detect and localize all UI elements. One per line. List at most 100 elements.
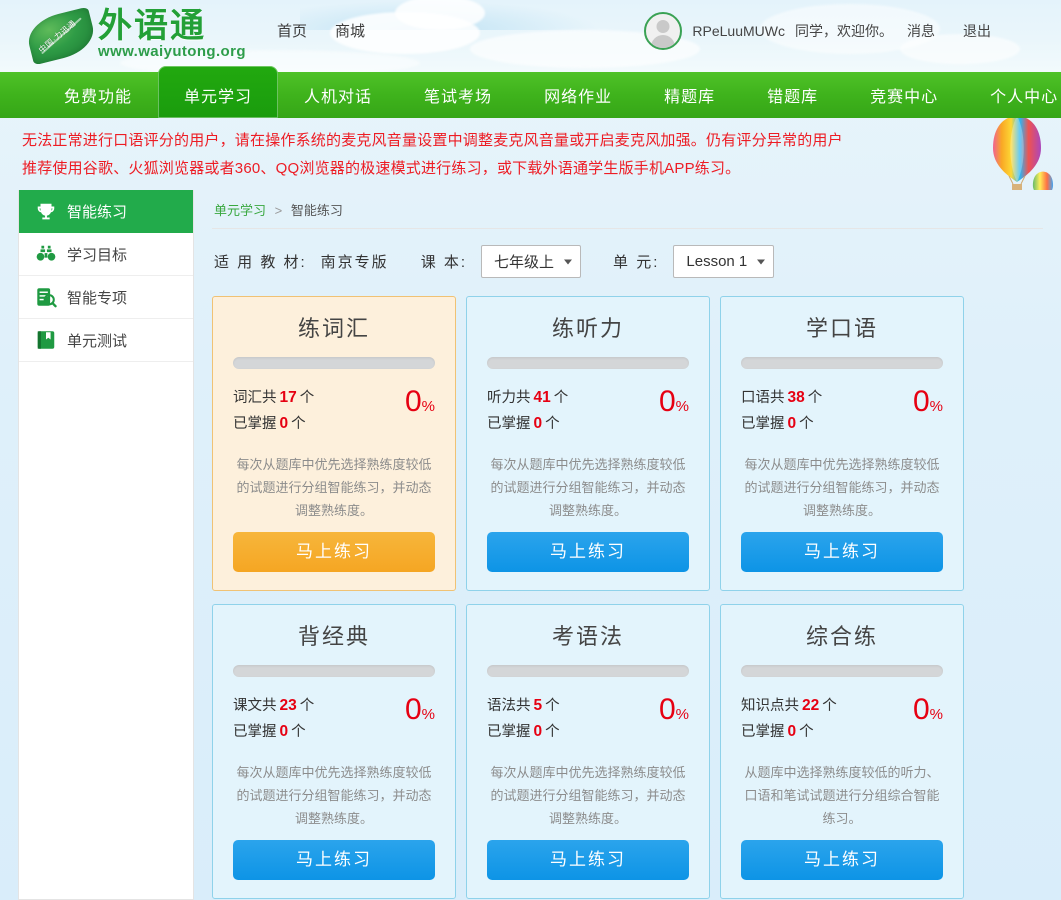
practice-now-button[interactable]: 马上练习 <box>487 840 689 880</box>
site-header: 中国·力迅通 外语通 www.waiyutong.org 首页 商城 RPeLu… <box>0 0 1061 72</box>
document-search-icon <box>35 286 57 308</box>
binoculars-icon <box>35 243 57 265</box>
card-stats: 听力共 41 个 已掌握 0 个 <box>487 385 568 437</box>
practice-now-button[interactable]: 马上练习 <box>487 532 689 572</box>
nav-item-written-exam[interactable]: 笔试考场 <box>398 72 518 118</box>
card-description: 每次从题库中优先选择熟练度较低的试题进行分组智能练习，并动态调整熟练度。 <box>236 457 432 518</box>
breadcrumb-root[interactable]: 单元学习 <box>214 203 266 218</box>
card-description: 从题库中选择熟练度较低的听力、口语和笔试试题进行分组综合智能练习。 <box>744 765 940 826</box>
trophy-icon <box>35 201 57 223</box>
sidebar-item-label: 智能专项 <box>67 289 128 307</box>
site-logo[interactable]: 中国·力迅通 外语通 www.waiyutong.org <box>23 6 246 66</box>
chevron-down-icon <box>757 259 766 264</box>
brand-name: 外语通 <box>98 6 206 46</box>
card-description: 每次从题库中优先选择熟练度较低的试题进行分组智能练习，并动态调整熟练度。 <box>490 765 686 826</box>
card-stats: 课文共 23 个 已掌握 0 个 <box>233 693 314 745</box>
card-title: 背经典 <box>297 624 370 649</box>
percent-display: 0% <box>913 385 943 417</box>
practice-now-button[interactable]: 马上练习 <box>233 532 435 572</box>
total-label: 课文共 <box>233 698 277 714</box>
total-unit: 个 <box>822 698 837 714</box>
leaf-logo-text: 中国·力迅通 <box>37 18 78 55</box>
total-label: 知识点共 <box>741 698 799 714</box>
total-label: 听力共 <box>487 390 531 406</box>
total-value: 38 <box>787 389 805 406</box>
percent-value: 0 <box>658 385 676 418</box>
unit-select[interactable]: Lesson 1 <box>673 245 775 278</box>
total-value: 41 <box>533 389 551 406</box>
percent-value: 0 <box>912 385 930 418</box>
progress-bar <box>233 357 435 369</box>
card-stats: 词汇共 17 个 已掌握 0 个 <box>233 385 314 437</box>
practice-card-comprehensive: 综合练 知识点共 22 个 已掌握 0 个 0% 从题库中选择熟练度较低的听力、… <box>720 604 964 899</box>
card-stats: 语法共 5 个 已掌握 0 个 <box>487 693 560 745</box>
nav-item-wrong-questions[interactable]: 错题库 <box>741 72 844 118</box>
nav-item-question-bank[interactable]: 精题库 <box>638 72 741 118</box>
sidebar-item-label: 学习目标 <box>67 246 128 264</box>
total-label: 词汇共 <box>233 390 277 406</box>
practice-now-button[interactable]: 马上练习 <box>741 532 943 572</box>
brand-url: www.waiyutong.org <box>98 43 246 60</box>
nav-item-dialogue[interactable]: 人机对话 <box>278 72 398 118</box>
card-title: 学口语 <box>805 316 878 341</box>
mastered-label: 已掌握 <box>233 416 277 432</box>
book-label: 课 本: <box>420 254 468 271</box>
mastered-value: 0 <box>787 723 797 740</box>
percent-symbol: % <box>929 706 943 723</box>
book-select[interactable]: 七年级上 <box>481 245 582 278</box>
top-link-shop[interactable]: 商城 <box>335 20 365 41</box>
sidebar-item-smart-practice[interactable]: 智能练习 <box>19 190 193 233</box>
mastered-value: 0 <box>533 723 543 740</box>
logout-link[interactable]: 退出 <box>963 21 991 41</box>
nav-item-online-homework[interactable]: 网络作业 <box>518 72 638 118</box>
total-label: 语法共 <box>487 698 531 714</box>
total-value: 22 <box>802 697 820 714</box>
mastered-label: 已掌握 <box>741 724 785 740</box>
mastered-unit: 个 <box>545 724 560 740</box>
card-title: 练听力 <box>551 316 624 341</box>
percent-symbol: % <box>929 398 943 415</box>
nav-item-unit-study[interactable]: 单元学习 <box>158 66 279 118</box>
avatar[interactable] <box>644 12 683 50</box>
user-greeting: 同学，欢迎你。 <box>795 23 893 39</box>
percent-symbol: % <box>421 706 435 723</box>
percent-value: 0 <box>404 693 422 726</box>
percent-display: 0% <box>405 385 435 417</box>
nav-item-free-features[interactable]: 免费功能 <box>38 72 158 118</box>
breadcrumb-separator: > <box>274 203 283 218</box>
progress-bar <box>233 665 435 677</box>
practice-now-button[interactable]: 马上练习 <box>741 840 943 880</box>
practice-card-grid: 练词汇 词汇共 17 个 已掌握 0 个 0% 每次从题库中优先选择熟练度较低的… <box>212 292 1043 899</box>
mastered-label: 已掌握 <box>233 724 277 740</box>
mastered-label: 已掌握 <box>487 724 531 740</box>
card-description: 每次从题库中优先选择熟练度较低的试题进行分组智能练习，并动态调整熟练度。 <box>236 765 432 826</box>
messages-link[interactable]: 消息 <box>907 21 935 41</box>
total-unit: 个 <box>545 698 560 714</box>
sidebar-item-unit-test[interactable]: 单元测试 <box>19 319 193 362</box>
mastered-unit: 个 <box>291 724 306 740</box>
percent-display: 0% <box>659 385 689 417</box>
mastered-unit: 个 <box>799 724 814 740</box>
card-description: 每次从题库中优先选择熟练度较低的试题进行分组智能练习，并动态调整熟练度。 <box>490 457 686 518</box>
card-title: 练词汇 <box>297 316 370 341</box>
percent-symbol: % <box>675 398 689 415</box>
header-top-links: 首页 商城 <box>277 20 365 41</box>
total-unit: 个 <box>807 390 823 406</box>
sidebar-item-study-goal[interactable]: 学习目标 <box>19 233 193 276</box>
chevron-down-icon <box>564 259 573 264</box>
practice-now-button[interactable]: 马上练习 <box>233 840 435 880</box>
sidebar-item-smart-topic[interactable]: 智能专项 <box>19 276 193 319</box>
nav-item-competition-center[interactable]: 竞赛中心 <box>844 72 964 118</box>
mastered-unit: 个 <box>799 416 814 432</box>
top-link-home[interactable]: 首页 <box>277 20 307 41</box>
content-area: 单元学习 > 智能练习 适 用 教 材: 南京专版 课 本: 七年级上 单 元:… <box>194 190 1061 899</box>
card-title: 综合练 <box>805 624 878 649</box>
percent-symbol: % <box>421 398 435 415</box>
book-select-value: 七年级上 <box>494 254 555 271</box>
unit-label: 单 元: <box>613 254 660 271</box>
mastered-value: 0 <box>533 415 543 432</box>
sidebar-item-label: 智能练习 <box>67 204 128 221</box>
mastered-unit: 个 <box>545 416 560 432</box>
nav-item-personal-center[interactable]: 个人中心 <box>964 72 1061 118</box>
percent-value: 0 <box>658 693 676 726</box>
